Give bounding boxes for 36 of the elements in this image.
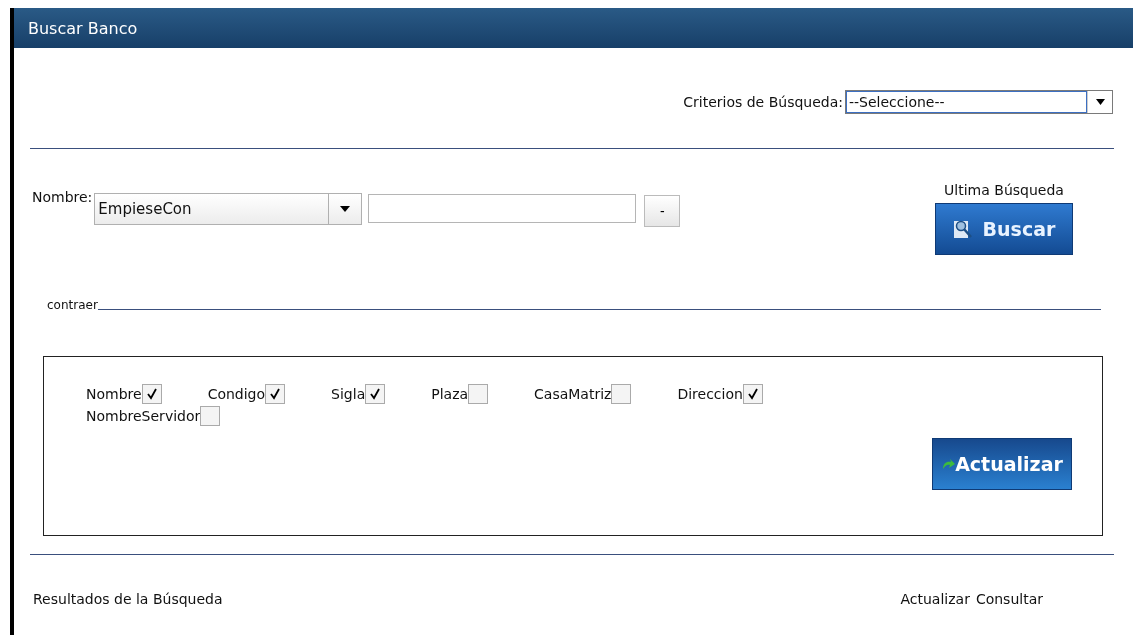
name-label: Nombre: [32, 189, 93, 205]
checkbox[interactable] [200, 406, 221, 426]
name-input-field[interactable] [368, 194, 637, 223]
results-link[interactable]: Consultar [975, 591, 1043, 607]
checkbox[interactable] [365, 384, 386, 404]
column-option-label: Plaza [431, 386, 469, 402]
last-search-label: Ultima Búsqueda [944, 182, 1064, 198]
column-option-label: Nombre [86, 386, 142, 402]
checkmark-icon [268, 387, 283, 401]
checkbox[interactable] [742, 384, 763, 404]
checkmark-icon [745, 387, 760, 401]
checkbox[interactable] [611, 384, 632, 404]
checkbox[interactable] [265, 384, 286, 404]
column-option-label: Direccion [677, 386, 743, 402]
results-title: Resultados de la Búsqueda [33, 591, 223, 607]
checkmark-icon [368, 387, 383, 401]
dropdown-arrow-icon [340, 206, 351, 212]
checkbox[interactable] [468, 384, 489, 404]
refresh-icon [941, 457, 956, 471]
remove-button[interactable]: - [644, 195, 681, 227]
column-option-label: Sigla [331, 386, 366, 402]
update-button[interactable]: Actualizar [932, 438, 1072, 490]
search-icon [952, 219, 975, 239]
search-button[interactable]: Buscar [935, 203, 1073, 255]
criteria-label: Criterios de Búsqueda: [683, 94, 843, 110]
results-link[interactable]: Actualizar [900, 591, 970, 607]
checkbox[interactable] [141, 384, 162, 404]
dropdown-arrow-icon [1095, 99, 1105, 105]
column-option-label: CasaMatriz [534, 386, 612, 402]
column-option-label: Condigo [207, 386, 266, 402]
criteria-dropdown[interactable]: --Seleccione-- [845, 90, 1113, 114]
window-title: Buscar Banco [28, 18, 138, 38]
operator-dropdown[interactable]: EmpieseCon [94, 193, 363, 225]
column-option-label: NombreServidor [86, 408, 201, 424]
checkmark-icon [144, 387, 159, 401]
collapse-link[interactable]: contraer [47, 298, 98, 312]
